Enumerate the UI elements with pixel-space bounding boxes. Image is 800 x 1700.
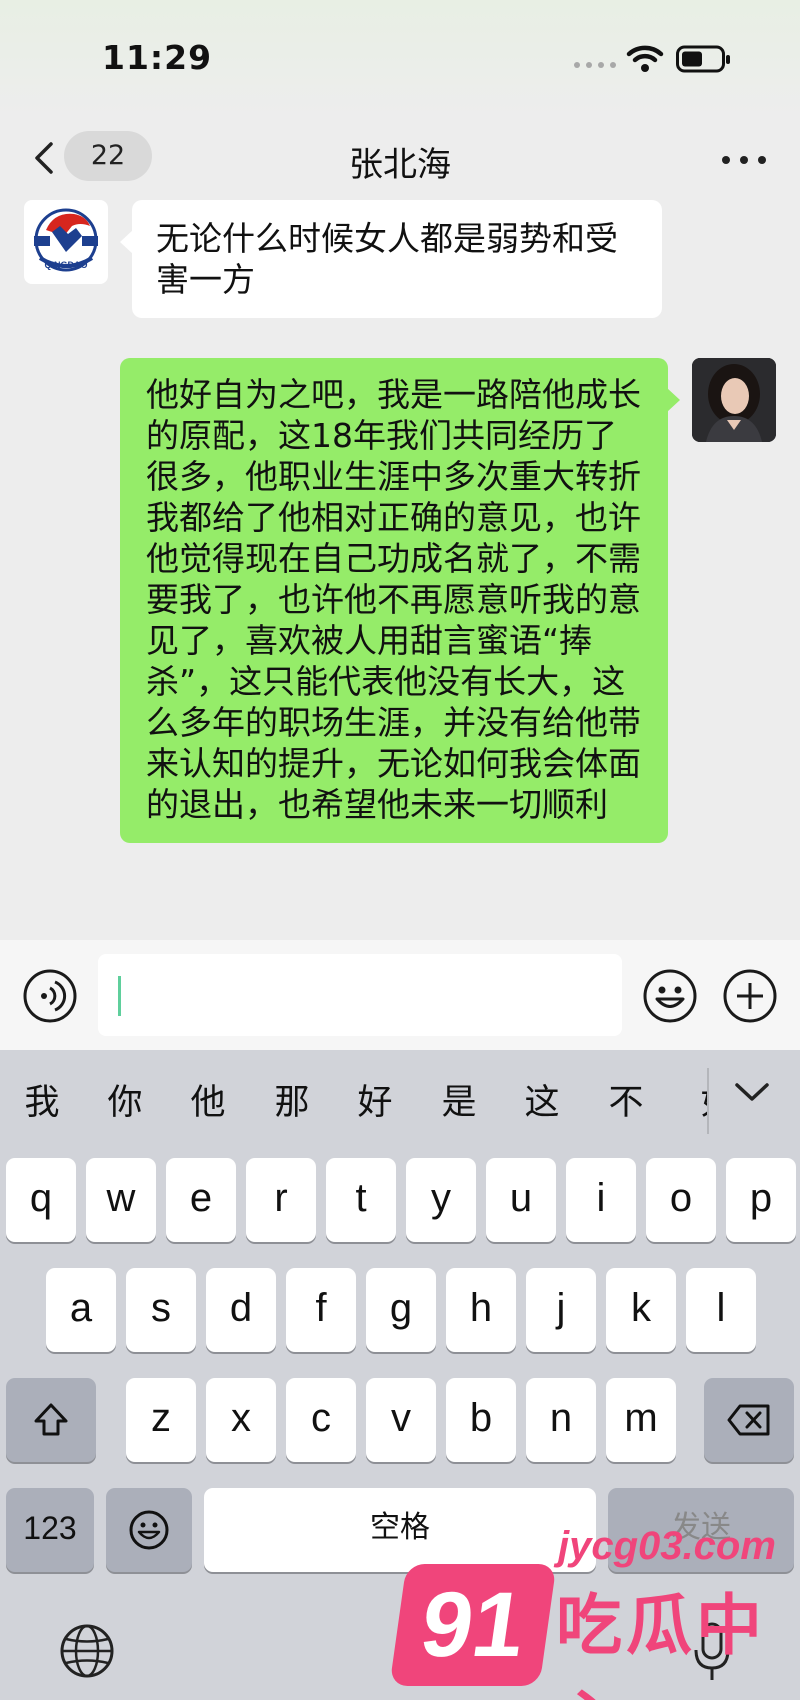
chevron-down-icon[interactable] <box>732 1080 772 1106</box>
key-letter[interactable]: l <box>686 1268 756 1352</box>
shift-key[interactable] <box>6 1378 96 1462</box>
key-letter[interactable]: f <box>286 1268 356 1352</box>
more-dots-icon[interactable] <box>722 153 766 167</box>
key-letter[interactable]: x <box>206 1378 276 1462</box>
key-letter[interactable]: q <box>6 1158 76 1242</box>
key-letter[interactable]: c <box>286 1378 356 1462</box>
watermark-logo: 91 jycg03.com 吃瓜中心 <box>389 1524 800 1700</box>
chat-header: 22 张北海 <box>0 115 800 200</box>
key-letter[interactable]: y <box>406 1158 476 1242</box>
candidate-word[interactable]: 好 <box>345 1074 405 1125</box>
key-letter[interactable]: h <box>446 1268 516 1352</box>
message-input[interactable] <box>98 954 622 1036</box>
input-bar <box>0 940 800 1050</box>
key-letter[interactable]: m <box>606 1378 676 1462</box>
avatar-logo-text: QINGDAO <box>44 260 87 270</box>
status-time: 11:29 <box>102 38 213 77</box>
message-bubble-sent[interactable]: 他好自为之吧，我是一路陪他成长的原配，这18年我们共同经历了很多，他职业生涯中多… <box>120 358 680 843</box>
chevron-left-icon <box>35 142 53 174</box>
wifi-icon <box>626 45 664 72</box>
key-letter[interactable]: d <box>206 1268 276 1352</box>
numbers-key[interactable]: 123 <box>6 1488 94 1572</box>
woman-photo-avatar[interactable] <box>692 358 776 442</box>
candidate-word[interactable]: 这 <box>512 1074 572 1125</box>
key-letter[interactable]: o <box>646 1158 716 1242</box>
back-button[interactable]: 22 <box>26 127 152 183</box>
candidate-word[interactable]: 是 <box>429 1074 489 1125</box>
key-letter[interactable]: g <box>366 1268 436 1352</box>
signal-dots-icon <box>574 62 616 68</box>
battery-icon <box>676 45 730 73</box>
watermark-number: 91 <box>389 1564 557 1686</box>
key-letter[interactable]: s <box>126 1268 196 1352</box>
key-letter[interactable]: w <box>86 1158 156 1242</box>
emoji-icon <box>129 1510 169 1550</box>
shift-icon <box>34 1403 68 1436</box>
key-letter[interactable]: z <box>126 1378 196 1462</box>
emoji-icon[interactable] <box>642 968 698 1024</box>
key-letter[interactable]: k <box>606 1268 676 1352</box>
key-letter[interactable]: r <box>246 1158 316 1242</box>
key-letter[interactable]: p <box>726 1158 796 1242</box>
delete-key[interactable] <box>704 1378 794 1462</box>
candidate-word[interactable]: 他 <box>178 1074 238 1125</box>
candidate-overflow-clip: 如 <box>688 1050 707 1150</box>
watermark-domain: jycg03.com <box>558 1524 776 1568</box>
candidate-word[interactable]: 如 <box>688 1074 707 1125</box>
eagle-logo-avatar[interactable]: QINGDAO <box>24 200 108 284</box>
status-bar: 11:29 <box>0 0 800 115</box>
unread-count-badge: 22 <box>64 131 152 181</box>
key-letter[interactable]: j <box>526 1268 596 1352</box>
candidate-divider <box>707 1068 709 1134</box>
key-letter[interactable]: v <box>366 1378 436 1462</box>
message-list: QINGDAO 无论什么时候女人都是弱势和受害一方 他好自为之吧，我是一路陪他成… <box>0 200 800 940</box>
chat-title: 张北海 <box>349 145 451 185</box>
key-letter[interactable]: e <box>166 1158 236 1242</box>
voice-mode-icon[interactable] <box>22 968 78 1024</box>
key-letter[interactable]: n <box>526 1378 596 1462</box>
message-bubble-received[interactable]: 无论什么时候女人都是弱势和受害一方 <box>120 200 662 318</box>
delete-icon <box>727 1404 770 1436</box>
key-letter[interactable]: u <box>486 1158 556 1242</box>
candidate-word[interactable]: 你 <box>95 1074 155 1125</box>
candidate-word[interactable]: 那 <box>262 1074 322 1125</box>
candidate-word[interactable]: 我 <box>12 1074 72 1125</box>
key-letter[interactable]: t <box>326 1158 396 1242</box>
plus-icon[interactable] <box>722 968 778 1024</box>
candidate-bar: 我 你 他 那 好 是 这 不 如 <box>0 1050 800 1150</box>
watermark-name: 吃瓜中心 <box>556 1587 766 1700</box>
emoji-key[interactable] <box>106 1488 192 1572</box>
key-letter[interactable]: b <box>446 1378 516 1462</box>
text-cursor <box>118 976 121 1016</box>
globe-icon[interactable] <box>58 1622 116 1680</box>
key-letter[interactable]: a <box>46 1268 116 1352</box>
candidate-word[interactable]: 不 <box>596 1074 656 1125</box>
key-letter[interactable]: i <box>566 1158 636 1242</box>
